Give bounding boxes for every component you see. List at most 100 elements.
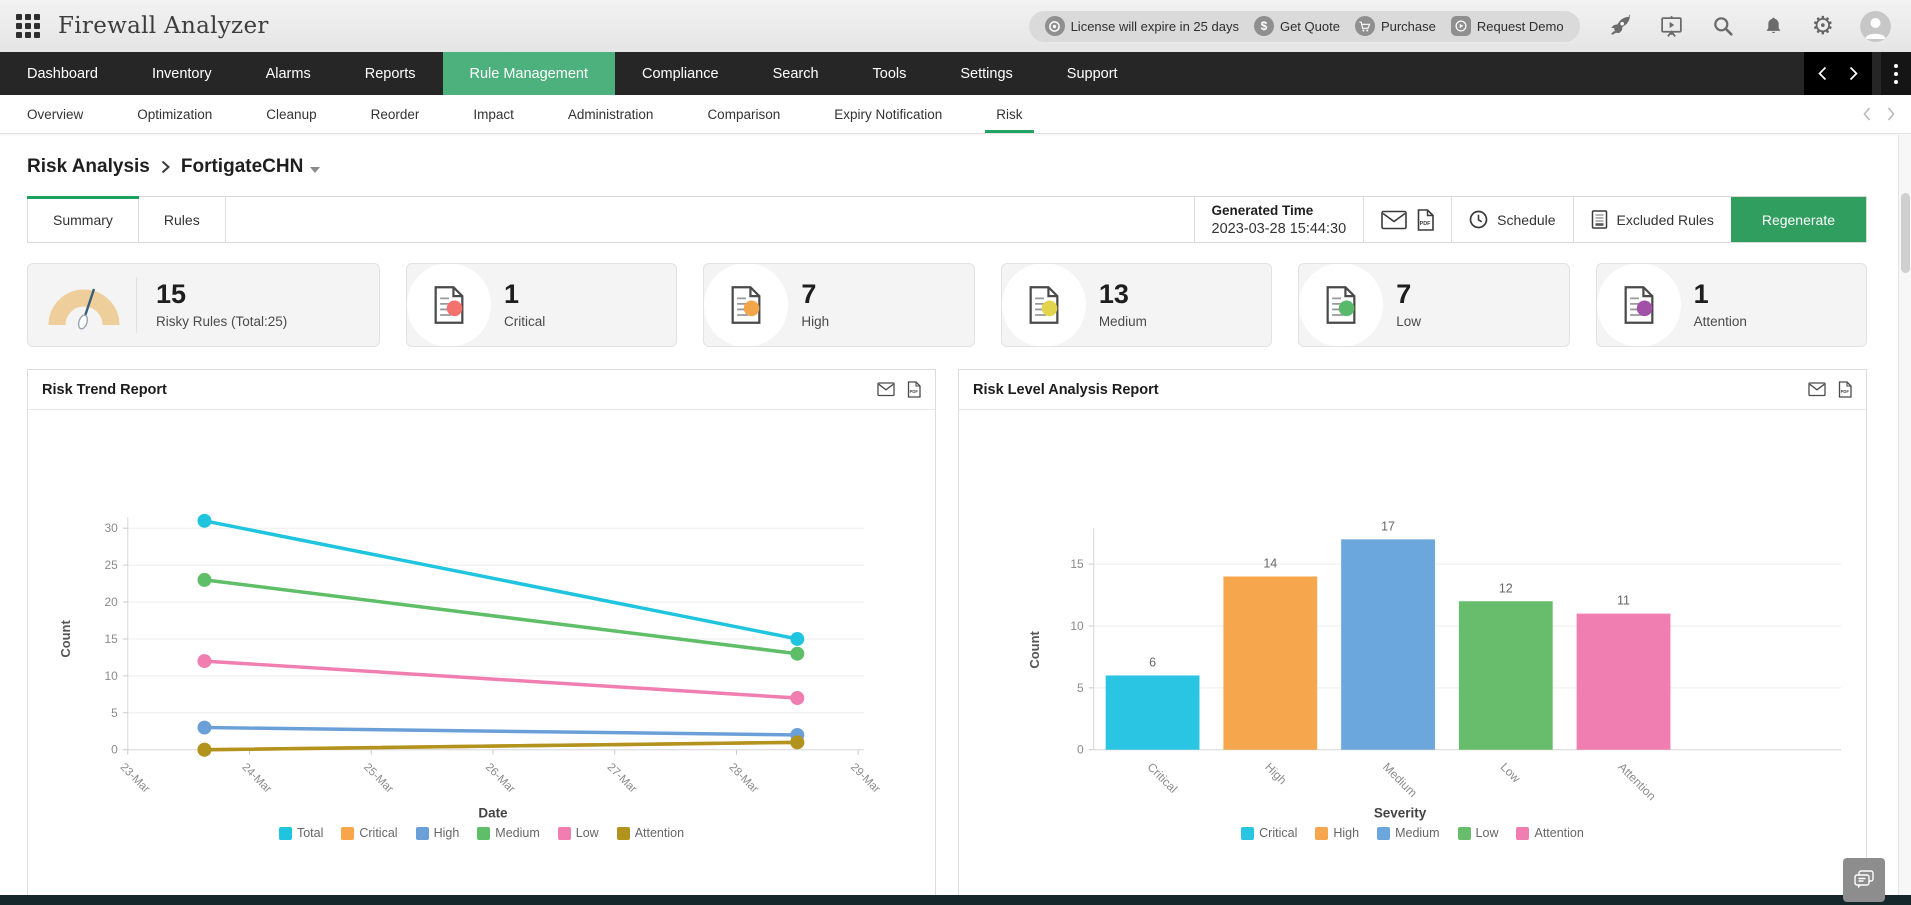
feedback-chat-button[interactable] xyxy=(1843,858,1885,902)
excluded-rules-button[interactable]: Excluded Rules xyxy=(1572,197,1731,242)
card-attention: 1 Attention xyxy=(1595,263,1868,347)
legend-high[interactable]: High xyxy=(415,826,459,840)
svg-text:Count: Count xyxy=(58,620,73,658)
svg-text:10: 10 xyxy=(104,669,118,683)
legend-medium[interactable]: Medium xyxy=(477,826,540,840)
subnav-item-overview[interactable]: Overview xyxy=(0,95,110,133)
card-low: 7 Low xyxy=(1298,263,1570,347)
export-actions: PDF xyxy=(1363,197,1451,242)
legend-medium[interactable]: Medium xyxy=(1377,826,1440,840)
svg-text:Severity: Severity xyxy=(1374,806,1427,821)
nav-item-tools[interactable]: Tools xyxy=(846,52,934,95)
chevron-down-icon xyxy=(310,166,321,173)
request-demo-link[interactable]: Request Demo xyxy=(1450,16,1564,36)
device-selector[interactable]: FortigateCHN xyxy=(181,156,321,178)
legend-total[interactable]: Total xyxy=(278,826,323,840)
legend-critical[interactable]: Critical xyxy=(341,826,398,840)
nav-scroll-left-icon[interactable] xyxy=(1818,66,1827,81)
nav-item-settings[interactable]: Settings xyxy=(933,52,1039,95)
license-text: License will expire in 25 days xyxy=(1070,18,1239,34)
subnav-item-optimization[interactable]: Optimization xyxy=(110,95,239,133)
nav-item-compliance[interactable]: Compliance xyxy=(615,52,746,95)
legend-attention[interactable]: Attention xyxy=(616,826,684,840)
demo-presentation-icon[interactable] xyxy=(1659,14,1684,39)
generated-time: Generated Time 2023-03-28 15:44:30 xyxy=(1193,197,1364,242)
export-pdf-icon[interactable]: PDF xyxy=(907,381,921,398)
whats-new-rocket-icon[interactable] xyxy=(1607,14,1632,39)
risk-trend-legend: Total Critical High Medium Low Attention xyxy=(28,826,935,840)
report-doc-icon xyxy=(731,286,761,324)
svg-text:20: 20 xyxy=(104,595,118,609)
breadcrumb-section[interactable]: Risk Analysis xyxy=(27,156,150,178)
svg-text:15: 15 xyxy=(104,632,118,646)
subnav-item-reorder[interactable]: Reorder xyxy=(344,95,447,133)
clock-icon xyxy=(1469,210,1488,229)
subnav-scroll-left-icon[interactable] xyxy=(1863,107,1871,121)
svg-text:Attention: Attention xyxy=(1615,760,1658,803)
email-report-icon[interactable] xyxy=(1381,210,1407,230)
get-quote-link[interactable]: $ Get Quote xyxy=(1253,16,1340,36)
bottom-bar xyxy=(0,895,1911,905)
nav-scroll-right-icon[interactable] xyxy=(1849,66,1858,81)
card-value: 7 xyxy=(1396,279,1412,309)
legend-critical[interactable]: Critical xyxy=(1241,826,1297,840)
legend-low[interactable]: Low xyxy=(1457,826,1498,840)
apps-grid-icon[interactable] xyxy=(16,13,41,39)
risk-trend-panel: Risk Trend Report PDF 0 5 10 15 20 25 30 23-Mar… xyxy=(27,369,936,905)
card-value: 1 xyxy=(504,279,520,309)
tab-rules[interactable]: Rules xyxy=(139,197,226,242)
purchase-link[interactable]: Purchase xyxy=(1354,16,1436,36)
card-value: 15 xyxy=(156,279,187,309)
legend-low[interactable]: Low xyxy=(557,826,599,840)
email-report-icon[interactable] xyxy=(1808,382,1826,397)
svg-text:30: 30 xyxy=(104,521,118,535)
page-scrollbar xyxy=(1898,135,1911,895)
nav-item-rule-management[interactable]: Rule Management xyxy=(442,52,615,95)
app-title: Firewall Analyzer xyxy=(58,13,269,39)
card-label: Low xyxy=(1396,314,1421,329)
global-search-icon[interactable] xyxy=(1711,14,1735,38)
nav-item-inventory[interactable]: Inventory xyxy=(125,52,239,95)
subnav-item-cleanup[interactable]: Cleanup xyxy=(239,95,343,133)
tab-summary[interactable]: Summary xyxy=(27,196,139,242)
report-doc-icon xyxy=(1029,286,1059,324)
nav-item-support[interactable]: Support xyxy=(1040,52,1145,95)
nav-item-alarms[interactable]: Alarms xyxy=(239,52,338,95)
svg-text:25: 25 xyxy=(104,558,118,572)
report-doc-icon xyxy=(1326,286,1356,324)
svg-text:Low: Low xyxy=(1498,760,1524,786)
user-avatar[interactable] xyxy=(1860,10,1891,42)
license-status: License will expire in 25 days xyxy=(1044,16,1239,36)
export-pdf-icon[interactable]: PDF xyxy=(1416,208,1434,231)
subnav-item-risk[interactable]: Risk xyxy=(969,95,1049,133)
nav-item-dashboard[interactable]: Dashboard xyxy=(0,52,125,95)
cart-icon xyxy=(1354,16,1375,36)
svg-text:0: 0 xyxy=(111,743,118,757)
regenerate-button[interactable]: Regenerate xyxy=(1730,197,1866,242)
legend-attention[interactable]: Attention xyxy=(1516,826,1584,840)
scrollbar-thumb[interactable] xyxy=(1901,193,1910,273)
settings-gear-icon[interactable]: ⚙ xyxy=(1812,13,1834,39)
card-label: Medium xyxy=(1098,314,1147,329)
card-risky-rules-total-25-: 15 Risky Rules (Total:25) xyxy=(27,263,380,347)
svg-text:5: 5 xyxy=(1077,681,1084,695)
notifications-bell-icon[interactable] xyxy=(1762,15,1785,38)
legend-high[interactable]: High xyxy=(1315,826,1359,840)
email-report-icon[interactable] xyxy=(877,382,895,397)
subnav-item-impact[interactable]: Impact xyxy=(446,95,541,133)
generated-time-value: 2023-03-28 15:44:30 xyxy=(1211,220,1347,237)
svg-text:6: 6 xyxy=(1149,655,1156,669)
subnav-item-expiry-notification[interactable]: Expiry Notification xyxy=(807,95,969,133)
svg-text:26-Mar: 26-Mar xyxy=(483,761,517,795)
nav-item-reports[interactable]: Reports xyxy=(338,52,443,95)
nav-item-search[interactable]: Search xyxy=(746,52,846,95)
license-badge-icon xyxy=(1044,16,1065,36)
schedule-button[interactable]: Schedule xyxy=(1451,197,1572,242)
subnav-scroll-right-icon[interactable] xyxy=(1887,107,1895,121)
subnav-item-comparison[interactable]: Comparison xyxy=(680,95,807,133)
subnav-item-administration[interactable]: Administration xyxy=(541,95,681,133)
license-pill: License will expire in 25 days $ Get Quo… xyxy=(1028,10,1580,42)
risk-trend-chart: 0 5 10 15 20 25 30 23-Mar 24-Mar 25-Mar 26-Mar 27-M… xyxy=(58,513,882,821)
nav-more-kebab-icon[interactable] xyxy=(1881,52,1911,95)
export-pdf-icon[interactable]: PDF xyxy=(1838,381,1852,398)
